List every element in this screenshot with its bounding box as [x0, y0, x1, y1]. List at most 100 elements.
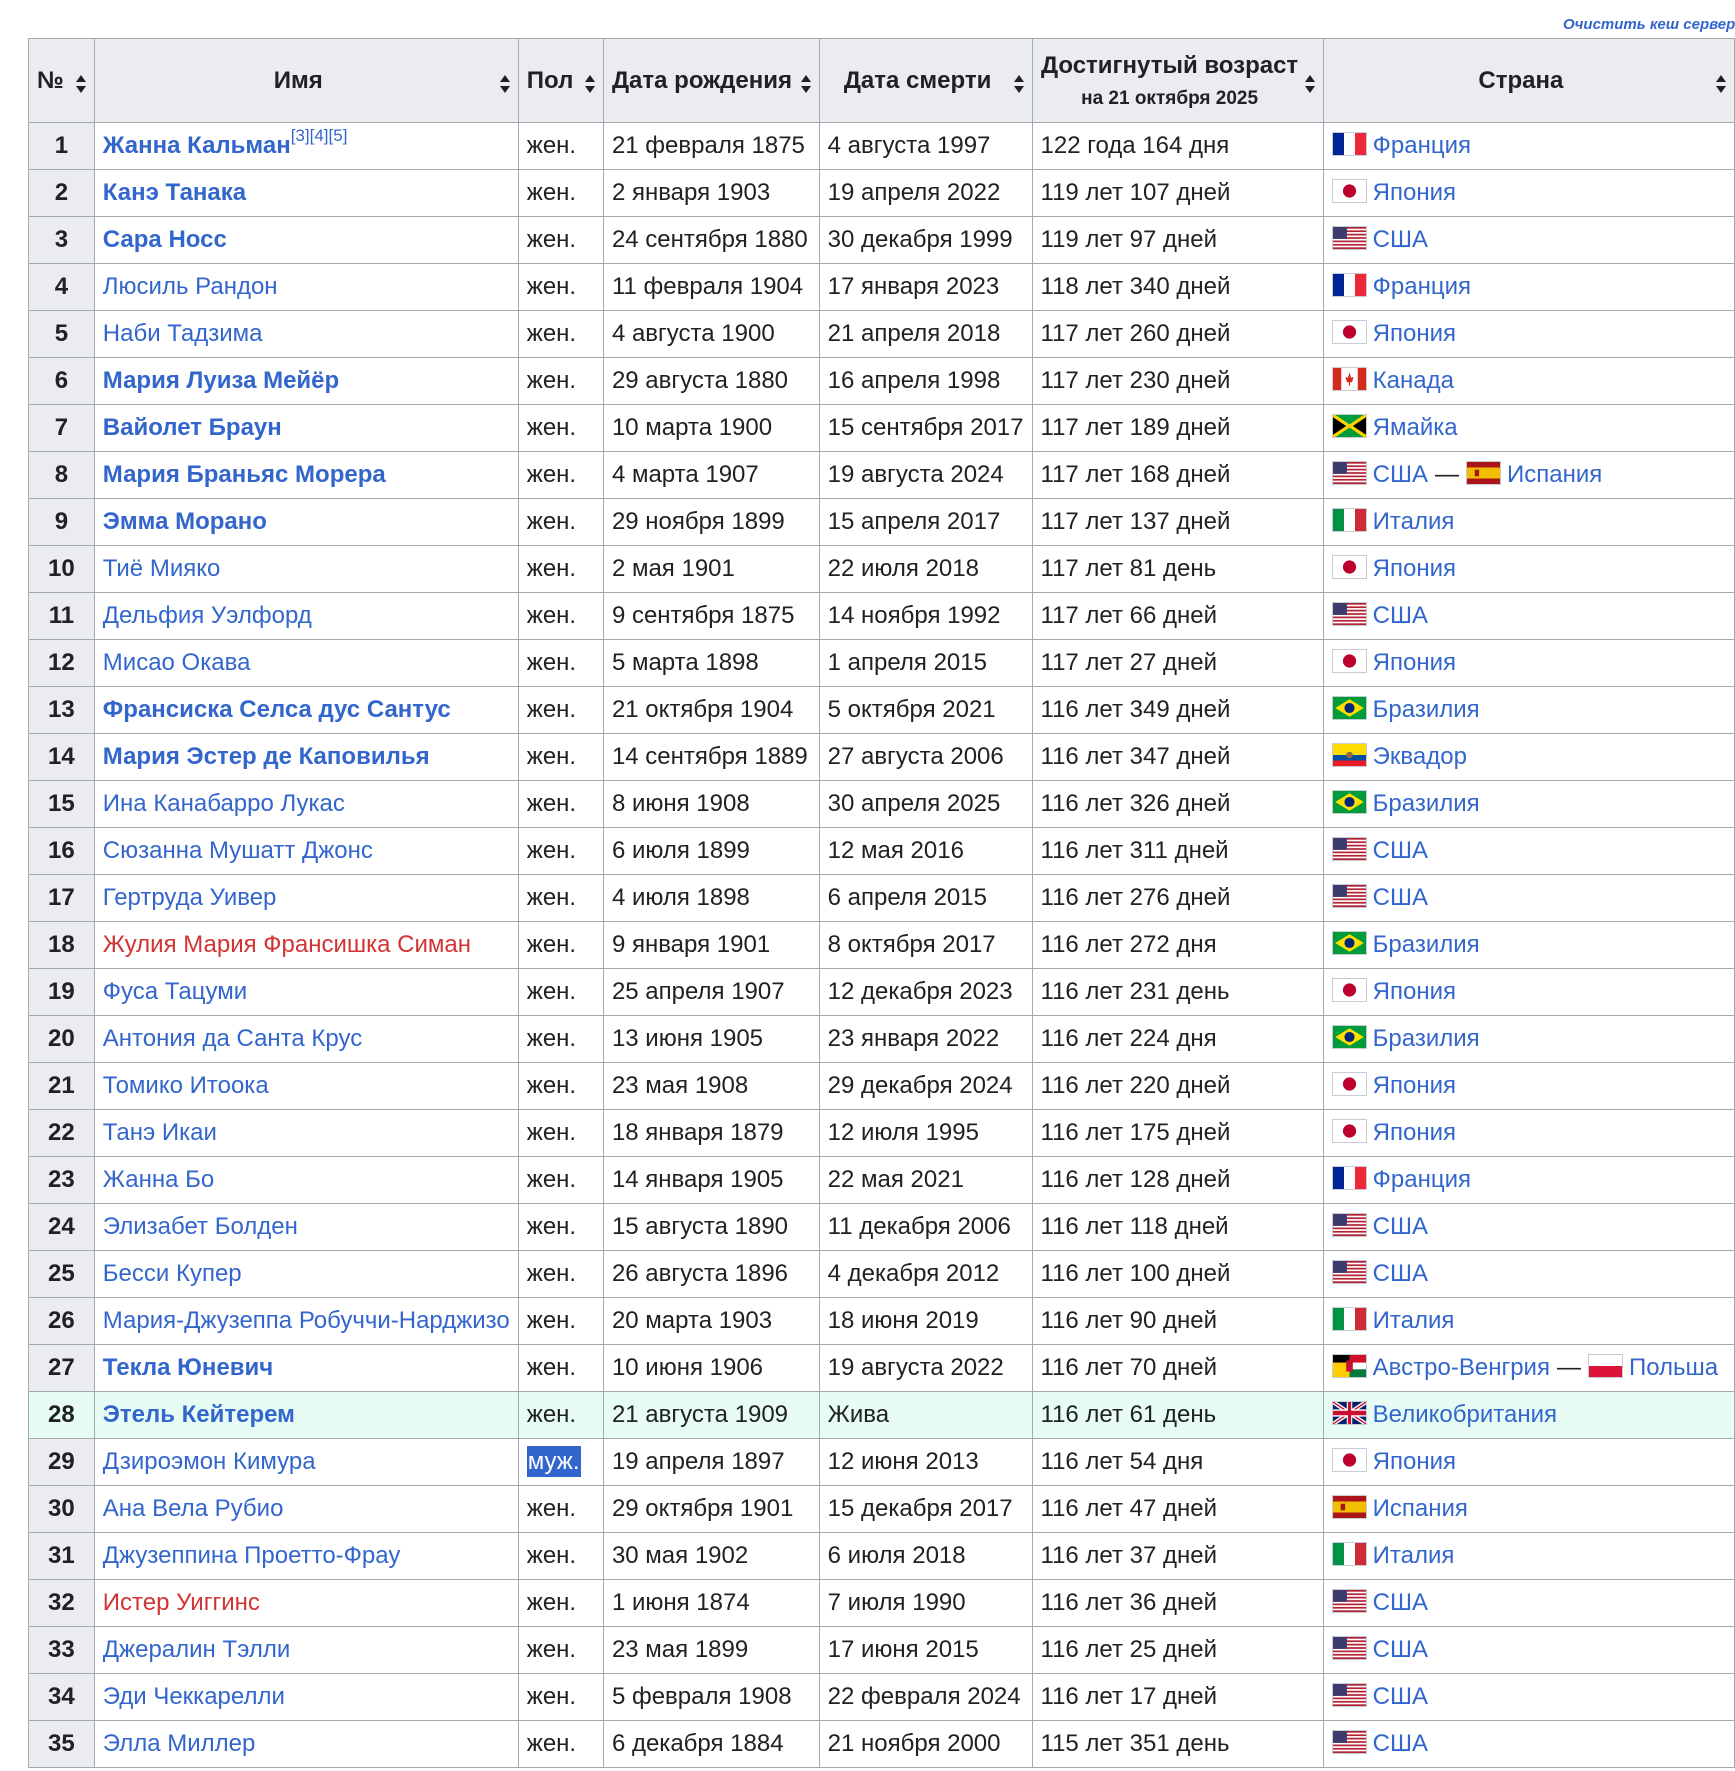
person-link[interactable]: Мисао Окава — [103, 649, 251, 676]
person-link[interactable]: Этель Кейтерем — [103, 1401, 295, 1428]
country-link[interactable]: Франция — [1373, 273, 1471, 300]
country-link[interactable]: Франция — [1373, 132, 1471, 159]
sort-icon[interactable] — [75, 72, 86, 93]
person-link[interactable]: Мария Луиза Мейёр — [103, 367, 339, 394]
person-link[interactable]: Бесси Купер — [103, 1260, 242, 1287]
person-link[interactable]: Жулия Мария Франсишка Симан — [103, 931, 471, 958]
person-link[interactable]: Элла Миллер — [103, 1730, 256, 1757]
country-link[interactable]: Бразилия — [1373, 790, 1480, 817]
country-link[interactable]: США — [1373, 461, 1428, 488]
person-link[interactable]: Дзироэмон Кимура — [103, 1448, 316, 1475]
country-link[interactable]: Ямайка — [1373, 414, 1458, 441]
country-link[interactable]: Испания — [1373, 1495, 1468, 1522]
country-link[interactable]: Эквадор — [1373, 743, 1467, 770]
purge-cache-link[interactable]: Очистить кеш сервера — [1563, 16, 1735, 33]
country-link[interactable]: США — [1373, 226, 1428, 253]
col-header-born[interactable]: Дата рождения — [602, 38, 820, 123]
person-link[interactable]: Вайолет Браун — [103, 414, 282, 441]
country-link[interactable]: Италия — [1373, 1542, 1455, 1569]
col-header-country[interactable]: Страна — [1322, 38, 1735, 123]
country-link[interactable]: Япония — [1373, 1119, 1456, 1146]
person-link[interactable]: Эди Чеккарелли — [103, 1683, 285, 1710]
country-link[interactable]: США — [1373, 1636, 1428, 1663]
country-link[interactable]: США — [1373, 602, 1428, 629]
country-link[interactable]: США — [1373, 837, 1428, 864]
country-link[interactable]: Австро-Венгрия — [1373, 1354, 1550, 1381]
person-link[interactable]: Сара Носс — [103, 226, 227, 253]
country-link[interactable]: США — [1373, 1683, 1428, 1710]
person-link[interactable]: Томико Итоока — [103, 1072, 269, 1099]
country-link[interactable]: США — [1373, 1260, 1428, 1287]
person-link[interactable]: Сюзанна Мушатт Джонс — [103, 837, 373, 864]
col-header-died[interactable]: Дата смерти — [818, 38, 1033, 123]
person-link[interactable]: Джузеппина Проетто-Фрау — [103, 1542, 401, 1569]
person-link[interactable]: Текла Юневич — [103, 1354, 273, 1381]
country-link[interactable]: Польша — [1629, 1354, 1718, 1381]
country-link[interactable]: США — [1373, 1213, 1428, 1240]
person-link[interactable]: Эмма Морано — [103, 508, 267, 535]
cell-country: Бразилия — [1322, 1015, 1735, 1063]
person-link[interactable]: Жанна Бо — [103, 1166, 214, 1193]
country-link[interactable]: Япония — [1373, 649, 1456, 676]
country-link[interactable]: Италия — [1373, 508, 1455, 535]
person-link[interactable]: Антония да Санта Крус — [103, 1025, 362, 1052]
country-link[interactable]: Испания — [1507, 461, 1602, 488]
person-link[interactable]: Люсиль Рандон — [103, 273, 278, 300]
sort-icon[interactable] — [800, 72, 811, 93]
country-link[interactable]: Бразилия — [1373, 696, 1480, 723]
person-link[interactable]: Канэ Танака — [103, 179, 246, 206]
person-link[interactable]: Мария Браньяс Морера — [103, 461, 386, 488]
country-link[interactable]: Италия — [1373, 1307, 1455, 1334]
person-link[interactable]: Гертруда Уивер — [103, 884, 277, 911]
col-header-sex[interactable]: Пол — [517, 38, 604, 123]
sort-icon[interactable] — [1013, 72, 1024, 93]
cell-birth-date: 29 ноября 1899 — [602, 498, 820, 546]
person-link[interactable]: Танэ Икаи — [103, 1119, 217, 1146]
cell-name: Джералин Тэлли — [93, 1626, 519, 1674]
person-link[interactable]: Дельфия Уэлфорд — [103, 602, 312, 629]
col-header-age[interactable]: Достигнутый возраст на 21 октября 2025 — [1031, 38, 1324, 123]
col-header-num[interactable]: № — [28, 38, 95, 123]
flag-br-icon — [1331, 696, 1367, 720]
person-link[interactable]: Мария-Джузеппа Робуччи-Нарджизо — [103, 1307, 510, 1334]
sort-icon[interactable] — [1716, 72, 1726, 93]
cell-birth-date: 14 сентября 1889 — [602, 733, 820, 781]
country-link[interactable]: Япония — [1373, 1072, 1456, 1099]
person-link[interactable]: Тиё Мияко — [103, 555, 221, 582]
sort-icon[interactable] — [1304, 72, 1315, 93]
cell-age: 116 лет 224 дня — [1031, 1015, 1324, 1063]
sort-icon[interactable] — [499, 72, 510, 93]
cell-death-date: 19 апреля 2022 — [818, 169, 1033, 217]
cell-age: 116 лет 37 дней — [1031, 1532, 1324, 1580]
country-link[interactable]: Великобритания — [1373, 1401, 1557, 1428]
person-link[interactable]: Джералин Тэлли — [103, 1636, 290, 1663]
person-link[interactable]: Истер Уиггинс — [103, 1589, 260, 1616]
person-link[interactable]: Фуса Тацуми — [103, 978, 247, 1005]
cell-age: 117 лет 230 дней — [1031, 357, 1324, 405]
country-link[interactable]: США — [1373, 884, 1428, 911]
country-link[interactable]: Япония — [1373, 320, 1456, 347]
country-link[interactable]: Бразилия — [1373, 931, 1480, 958]
country-link[interactable]: Япония — [1373, 179, 1456, 206]
cell-number: 28 — [28, 1391, 95, 1439]
country-link[interactable]: Япония — [1373, 555, 1456, 582]
sort-icon[interactable] — [584, 72, 595, 93]
cell-name: Истер Уиггинс — [93, 1579, 519, 1627]
country-link[interactable]: Бразилия — [1373, 1025, 1480, 1052]
person-link[interactable]: Жанна Кальман — [103, 132, 291, 159]
country-link[interactable]: Япония — [1373, 978, 1456, 1005]
col-header-name[interactable]: Имя — [93, 38, 519, 123]
flag-jp-icon — [1331, 649, 1367, 673]
country-link[interactable]: США — [1373, 1730, 1428, 1757]
person-link[interactable]: Ана Вела Рубио — [103, 1495, 284, 1522]
person-link[interactable]: Ина Канабарро Лукас — [103, 790, 345, 817]
country-link[interactable]: США — [1373, 1589, 1428, 1616]
country-link[interactable]: Франция — [1373, 1166, 1471, 1193]
country-link[interactable]: Канада — [1373, 367, 1454, 394]
reference-links[interactable]: [3][4][5] — [291, 126, 348, 145]
person-link[interactable]: Мария Эстер де Каповилья — [103, 743, 430, 770]
person-link[interactable]: Наби Тадзима — [103, 320, 263, 347]
person-link[interactable]: Франсиска Селса дус Сантус — [103, 696, 451, 723]
country-link[interactable]: Япония — [1373, 1448, 1456, 1475]
person-link[interactable]: Элизабет Болден — [103, 1213, 298, 1240]
